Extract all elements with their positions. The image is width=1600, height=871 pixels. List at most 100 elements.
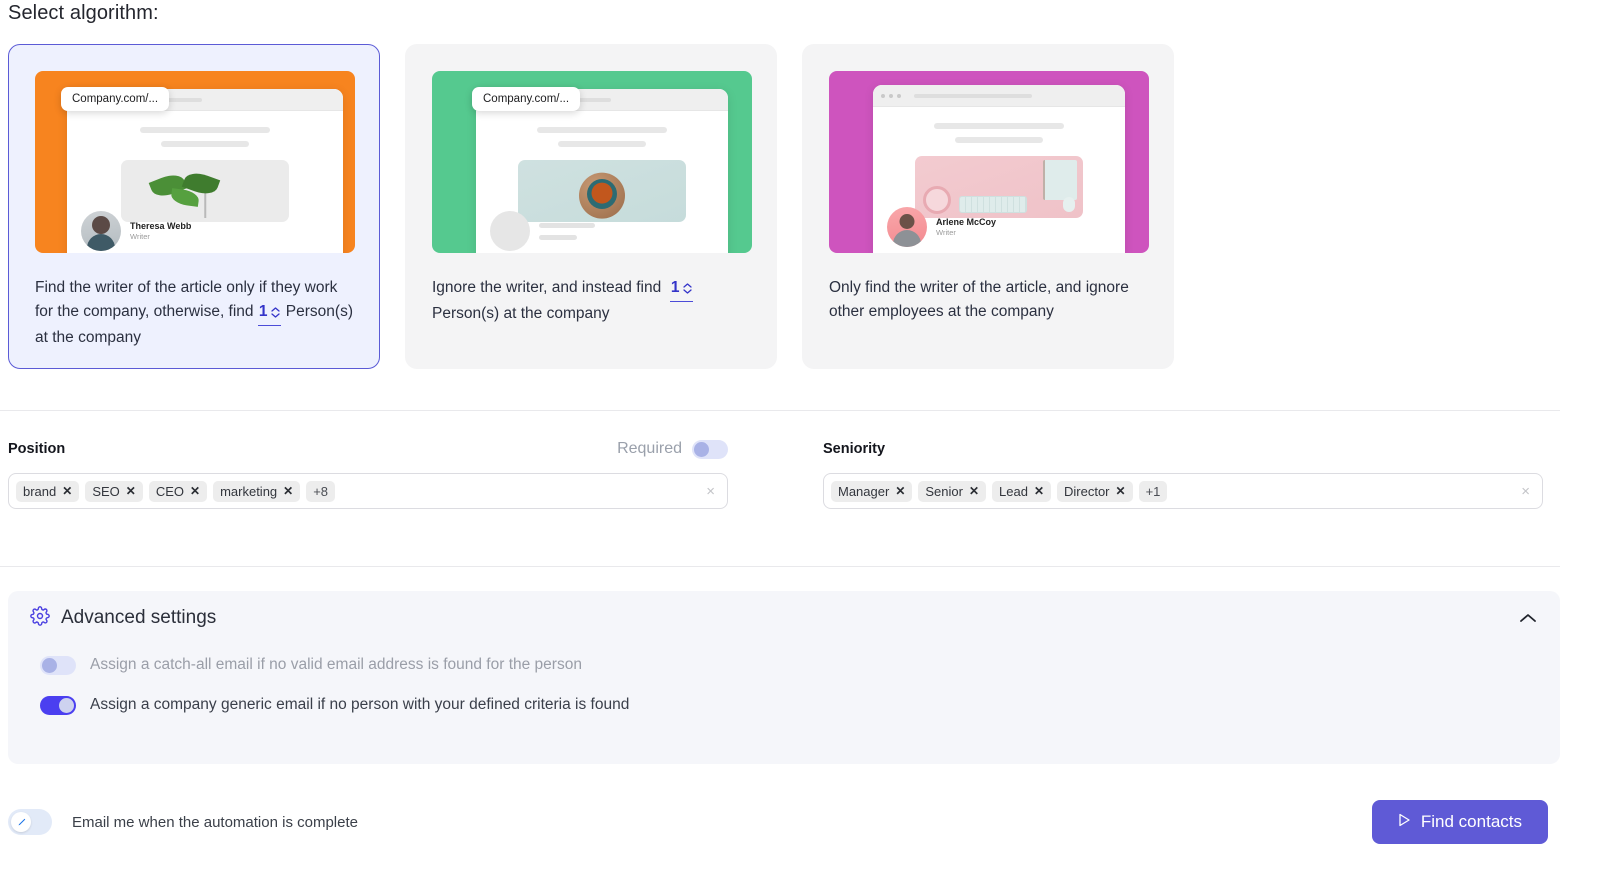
chip-label: CEO	[155, 483, 185, 499]
chip-remove-icon[interactable]: ✕	[1034, 485, 1044, 497]
author-placeholder-lines	[539, 222, 595, 240]
position-input[interactable]: brand ✕ SEO ✕ CEO ✕ marketing ✕ +8 ×	[8, 473, 728, 509]
position-chip[interactable]: marketing ✕	[213, 480, 301, 502]
text-placeholder-line	[955, 137, 1043, 143]
email-notification-toggle[interactable]	[8, 809, 52, 835]
advanced-option-generic-email: Assign a company generic email if no per…	[40, 685, 1538, 725]
play-icon	[1398, 812, 1411, 832]
position-chip[interactable]: brand ✕	[16, 480, 80, 502]
window-dot	[881, 93, 885, 98]
plant-stem	[204, 192, 206, 218]
person-count-stepper-2[interactable]: 1	[669, 276, 694, 302]
algorithm-description-text: Only find the writer of the article, and…	[829, 279, 1129, 320]
catch-all-email-toggle[interactable]	[40, 655, 76, 675]
chevron-up-icon[interactable]	[1518, 612, 1538, 624]
desk-mouse	[1063, 197, 1075, 212]
algorithm-description-3: Only find the writer of the article, and…	[829, 276, 1147, 324]
seniority-clear-icon[interactable]: ×	[1519, 483, 1532, 500]
coffee-liquid	[591, 182, 613, 204]
avatar	[81, 211, 121, 251]
text-placeholder-line	[140, 127, 270, 133]
find-contacts-label: Find contacts	[1420, 812, 1522, 831]
chip-label: SEO	[92, 483, 120, 499]
person-count-value: 1	[258, 303, 268, 320]
gear-icon	[30, 605, 50, 631]
position-chip[interactable]: CEO ✕	[148, 480, 208, 502]
catch-all-email-label: Assign a catch-all email if no valid ema…	[90, 656, 582, 673]
algorithm-description-text: Ignore the writer, and instead find	[432, 279, 662, 296]
toggle-knob	[694, 441, 709, 457]
email-notification-label: Email me when the automation is complete	[72, 813, 358, 831]
required-label: Required	[617, 440, 682, 457]
advanced-settings-panel: Advanced settings Assign a catch-all ema…	[8, 591, 1560, 764]
advanced-settings-title: Advanced settings	[61, 607, 217, 628]
position-required-control: Required	[617, 439, 728, 459]
seniority-filter-header: Seniority	[823, 437, 1543, 461]
text-placeholder-line	[161, 141, 249, 147]
advanced-settings-header[interactable]: Advanced settings	[30, 591, 1538, 645]
footer-bar: Email me when the automation is complete…	[0, 800, 1560, 844]
person-count-value: 1	[670, 279, 680, 296]
avatar-placeholder	[490, 211, 530, 251]
author-name: Arlene McCoy	[936, 216, 997, 227]
seniority-input[interactable]: Manager ✕ Senior ✕ Lead ✕ Director ✕ +1 …	[823, 473, 1543, 509]
text-placeholder-line	[539, 234, 577, 240]
chip-remove-icon[interactable]: ✕	[283, 485, 293, 497]
author-role: Writer	[130, 231, 150, 241]
chip-remove-icon[interactable]: ✕	[190, 485, 200, 497]
chip-remove-icon[interactable]: ✕	[969, 485, 979, 497]
algorithm-thumbnail-2: Company.com/...	[432, 71, 752, 253]
advanced-option-catch-all: Assign a catch-all email if no valid ema…	[40, 645, 1538, 685]
chip-remove-icon[interactable]: ✕	[126, 485, 136, 497]
company-generic-email-toggle[interactable]	[40, 695, 76, 715]
position-clear-icon[interactable]: ×	[704, 483, 717, 500]
browser-mockup-2	[476, 89, 728, 253]
stepper-updown-icon	[271, 306, 281, 318]
article-author-3: Arlene McCoy Writer	[887, 207, 996, 247]
person-count-stepper-1[interactable]: 1	[257, 300, 282, 326]
seniority-chip[interactable]: Lead ✕	[992, 480, 1051, 502]
article-author-1: Theresa Webb Writer	[81, 211, 191, 251]
seniority-chip[interactable]: Director ✕	[1057, 480, 1133, 502]
algorithm-card-writer-only[interactable]: Arlene McCoy Writer Only find the writer…	[802, 44, 1174, 369]
avatar-body	[87, 234, 115, 251]
toggle-knob	[59, 697, 74, 713]
position-required-toggle[interactable]	[692, 439, 728, 459]
seniority-chip[interactable]: Manager ✕	[831, 480, 913, 502]
browser-mockup-3: Arlene McCoy Writer	[873, 85, 1125, 253]
chip-remove-icon[interactable]: ✕	[1116, 485, 1126, 497]
chip-label: marketing	[220, 483, 278, 499]
author-role: Writer	[936, 227, 956, 237]
window-dot	[897, 93, 901, 98]
algorithm-card-ignore-writer[interactable]: Company.com/... Ignore the writer, and i…	[405, 44, 777, 369]
text-placeholder-line	[537, 127, 667, 133]
algorithm-card-writer-or-company[interactable]: Theresa Webb Writer Company.com/... Find…	[8, 44, 380, 369]
browser-url-bar-placeholder	[914, 93, 1032, 98]
avatar-body	[893, 230, 921, 247]
browser-mockup-1: Theresa Webb Writer	[67, 89, 343, 253]
position-chip-overflow[interactable]: +8	[306, 480, 336, 502]
stepper-updown-icon	[683, 282, 693, 294]
chip-label: Senior	[925, 483, 963, 499]
find-contacts-button[interactable]: Find contacts	[1371, 800, 1548, 844]
position-chip[interactable]: SEO ✕	[85, 480, 143, 502]
browser-bar-3	[873, 85, 1125, 107]
algorithm-thumbnail-1: Theresa Webb Writer Company.com/...	[35, 71, 355, 253]
position-label: Position	[8, 441, 66, 457]
chip-label: Manager	[838, 483, 890, 499]
seniority-chip-overflow[interactable]: +1	[1138, 480, 1168, 502]
section-divider	[0, 410, 1560, 411]
algorithm-thumbnail-3: Arlene McCoy Writer	[829, 71, 1149, 253]
seniority-chip[interactable]: Senior ✕	[918, 480, 987, 502]
avatar-head	[92, 216, 110, 234]
chip-remove-icon[interactable]: ✕	[62, 485, 72, 497]
chip-remove-icon[interactable]: ✕	[895, 485, 905, 497]
article-author-2	[490, 211, 595, 251]
algorithm-description-2: Ignore the writer, and instead find 1 Pe…	[432, 276, 750, 326]
window-dot	[889, 93, 893, 98]
algorithm-selection-page: Select algorithm: Theresa Webb Writer Co…	[0, 0, 1600, 871]
page-title: Select algorithm:	[8, 2, 159, 24]
url-pill-1: Company.com/...	[61, 87, 170, 111]
company-generic-email-label: Assign a company generic email if no per…	[90, 696, 630, 713]
avatar-head	[899, 214, 915, 229]
